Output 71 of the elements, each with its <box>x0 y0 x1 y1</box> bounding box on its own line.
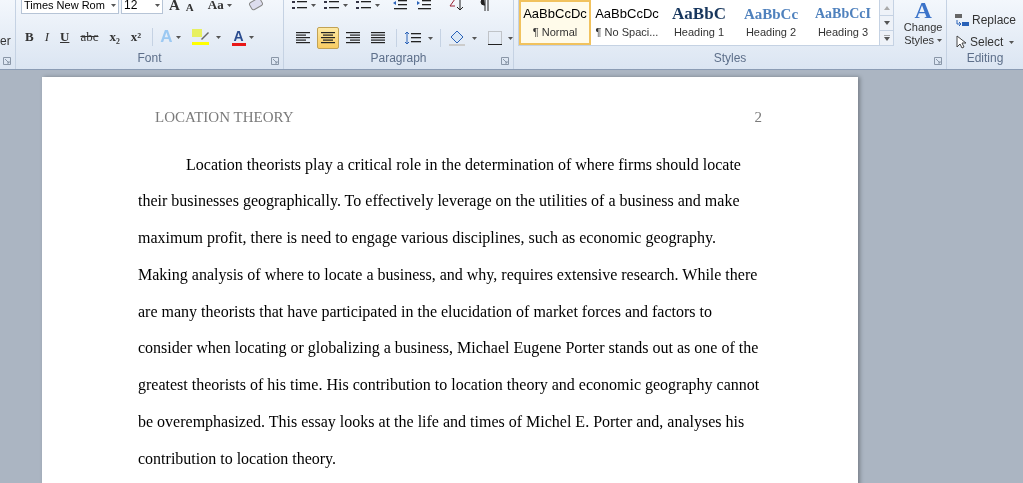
style-preview: AaBbCcDc <box>523 5 587 24</box>
numbering-icon[interactable] <box>324 0 340 11</box>
font-color-button[interactable]: A <box>231 28 254 46</box>
caret-icon <box>343 3 348 7</box>
style-name: Heading 3 <box>817 25 869 41</box>
style-item[interactable]: AaBbCcDc ¶ No Spaci... <box>591 0 663 45</box>
replace-button[interactable]: Replace <box>955 11 1023 29</box>
change-case-button[interactable]: Aa <box>207 0 232 15</box>
shrink-font-button[interactable]: A <box>185 0 194 13</box>
style-name: Heading 1 <box>673 25 725 41</box>
style-preview: AaBbCcI <box>815 5 871 24</box>
group-label: Paragraph <box>370 50 427 67</box>
line-spacing-icon[interactable] <box>404 31 422 45</box>
style-item[interactable]: AaBbCc Heading 2 <box>735 0 807 45</box>
group-label: Styles <box>713 50 747 67</box>
group-label: Font <box>137 50 162 67</box>
caret-icon <box>226 3 232 7</box>
format-button[interactable]: x² <box>126 27 146 47</box>
body-paragraph: Location theorists play a critical role in the determination of where firms should locate their businesses geographically. To effectively leverage on the utilities of a business and make maximum profit, there is need to engage various disciplines, such as economic geography. Making analysis of where to locate a business, and why, requires extensive research. While there are many theorists that have participated in the elucidation of market forces and factors to consider when locating or globalizing a business, Michael Eugene Porter stands out as one of the greatest theorists of his time. His contribution to location theory and economic geography cannot be overemphasized. This essay looks at the life and times of Michel E. Porter and, analyses his contribution to location theory. <box>138 154 761 470</box>
change-styles-button[interactable]: A Change Styles <box>900 0 946 47</box>
style-name: ¶ No Spaci... <box>595 25 659 41</box>
group-label: Editing <box>965 50 1005 67</box>
format-button[interactable]: I <box>40 27 53 47</box>
caret-icon <box>508 36 513 40</box>
style-item[interactable]: AaBbCcI Heading 3 <box>807 0 879 45</box>
style-item[interactable]: AaBbCcDc ¶ Normal <box>519 0 591 45</box>
scroll-down-icon[interactable] <box>883 21 890 25</box>
caret-icon <box>472 36 477 40</box>
center-align-icon <box>320 32 336 44</box>
style-name: Heading 2 <box>745 25 797 41</box>
pointer-icon <box>955 35 967 49</box>
justify-align-icon <box>370 32 386 44</box>
more-styles-icon[interactable] <box>883 35 890 41</box>
format-button[interactable]: abc <box>76 27 103 47</box>
paint-bucket-icon[interactable] <box>448 30 466 46</box>
style-item[interactable]: AaBbC Heading 1 <box>663 0 735 45</box>
running-header: LOCATION THEORY <box>155 108 294 127</box>
caret-icon <box>375 3 380 7</box>
caret-icon <box>937 39 943 42</box>
font-name-field[interactable]: Times New Rom <box>21 0 119 14</box>
format-button[interactable]: U <box>56 27 74 47</box>
borders-icon[interactable] <box>488 31 502 45</box>
multilevel-list-icon[interactable] <box>356 0 372 11</box>
align-button[interactable] <box>317 27 339 49</box>
style-preview: AaBbCc <box>743 5 799 25</box>
caret-icon <box>248 35 254 39</box>
bullets-icon[interactable] <box>292 0 308 11</box>
caret-icon <box>1009 40 1015 44</box>
caret-icon <box>155 3 160 7</box>
style-name: ¶ Normal <box>532 25 578 41</box>
right-align-icon <box>345 32 361 44</box>
format-button[interactable]: x₂ <box>105 27 124 47</box>
grow-font-button[interactable]: A <box>169 0 180 13</box>
select-button[interactable]: Select <box>955 33 1023 51</box>
format-button[interactable]: B <box>21 27 38 47</box>
caret-icon <box>311 3 316 7</box>
caret-icon <box>428 36 433 40</box>
style-preview: AaBbC <box>672 4 726 25</box>
page-number: 2 <box>754 108 762 127</box>
group-label: er <box>0 33 11 50</box>
caret-icon <box>111 3 116 7</box>
font-size-field[interactable]: 12 <box>121 0 163 14</box>
caret-icon <box>175 35 181 39</box>
replace-icon <box>955 13 969 27</box>
decrease-indent-icon[interactable] <box>392 0 408 11</box>
increase-indent-icon[interactable] <box>416 0 432 11</box>
caret-icon <box>215 35 221 39</box>
left-align-icon <box>295 32 311 44</box>
sort-icon[interactable] <box>448 0 464 12</box>
pilcrow-icon[interactable] <box>480 0 490 12</box>
style-preview: AaBbCcDc <box>595 5 659 24</box>
